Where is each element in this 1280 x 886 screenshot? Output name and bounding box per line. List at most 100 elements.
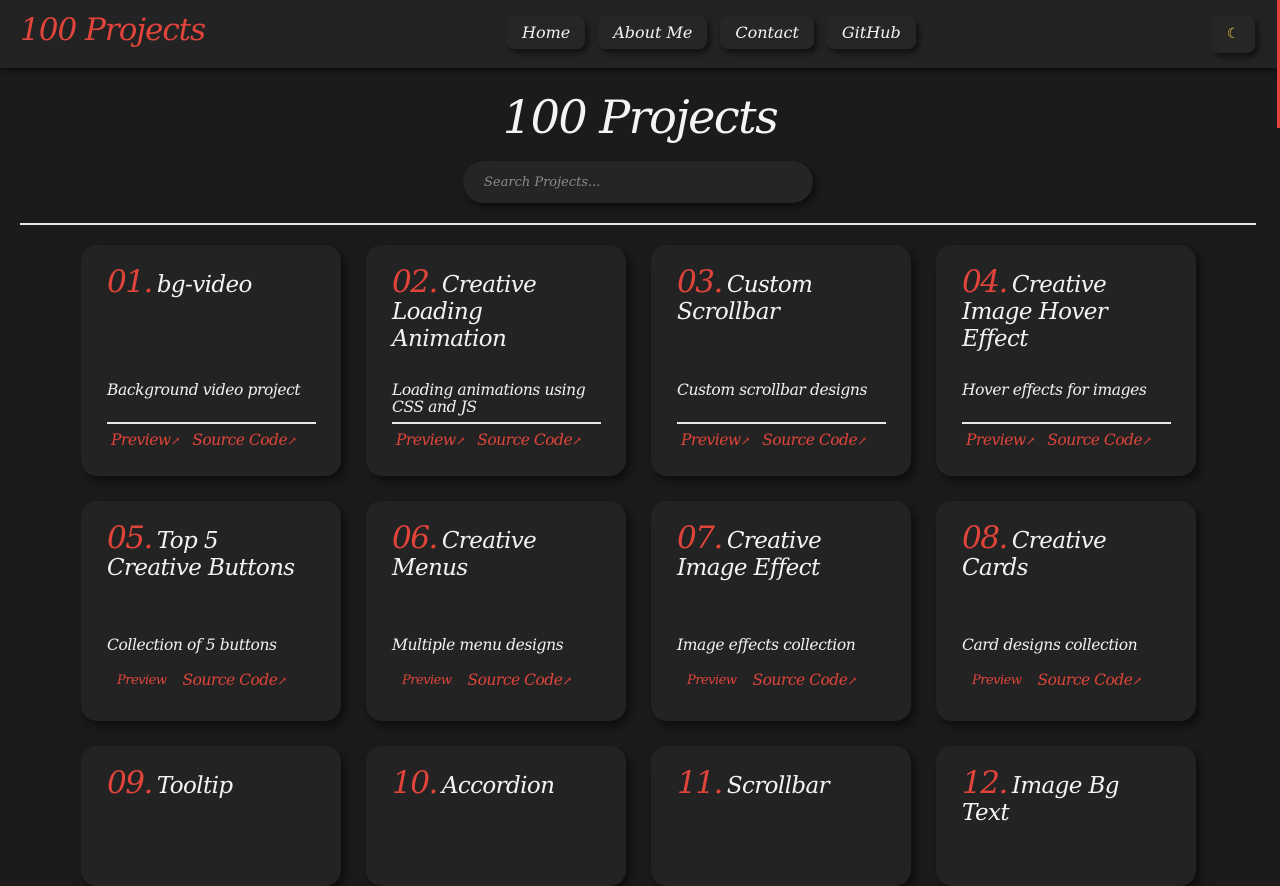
- project-name: bg-video: [156, 272, 253, 298]
- project-card: 01. bg-video Background video project Pre…: [81, 245, 341, 476]
- project-links: Preview Source Code↗: [972, 671, 1142, 689]
- project-description: Card designs collection: [962, 636, 1138, 654]
- card-divider: [677, 422, 886, 424]
- navbar: 100 Projects Home About Me Contact GitHu…: [0, 0, 1280, 68]
- preview-link[interactable]: Preview: [117, 671, 167, 689]
- external-link-icon: ↗: [572, 434, 582, 448]
- project-card: 04. Creative Image Hover Effect Hover eff…: [936, 245, 1196, 476]
- card-divider: [107, 422, 316, 424]
- source-code-link[interactable]: Source Code↗: [1047, 431, 1152, 449]
- project-card: 05. Top 5 Creative Buttons Collection of …: [81, 501, 341, 721]
- project-title: 08. Creative Cards: [962, 523, 1171, 625]
- project-number: 09.: [107, 765, 153, 801]
- project-description: Hover effects for images: [962, 381, 1147, 399]
- project-number: 04.: [962, 264, 1008, 300]
- project-title: 02. Creative Loading Animation: [392, 267, 601, 369]
- page-title: 100 Projects: [502, 90, 779, 144]
- project-number: 05.: [107, 520, 153, 556]
- source-code-link[interactable]: Source Code↗: [192, 431, 297, 449]
- project-card: 03. Custom Scrollbar Custom scrollbar des…: [651, 245, 911, 476]
- theme-toggle-button[interactable]: ☾: [1211, 15, 1255, 53]
- preview-link[interactable]: Preview↗: [681, 431, 751, 449]
- project-title: 01. bg-video: [107, 267, 316, 369]
- project-card: 10. Accordion: [366, 746, 626, 886]
- card-divider: [392, 422, 601, 424]
- external-link-icon: ↗: [740, 434, 751, 448]
- source-code-link[interactable]: Source Code↗: [182, 671, 287, 689]
- project-card: 09. Tooltip: [81, 746, 341, 886]
- project-number: 08.: [962, 520, 1008, 556]
- external-link-icon: ↗: [170, 434, 181, 448]
- project-title: 11. Scrollbar: [677, 768, 886, 870]
- project-card: 02. Creative Loading Animation Loading an…: [366, 245, 626, 476]
- project-number: 11.: [677, 765, 723, 801]
- project-links: Preview Source Code↗: [402, 671, 572, 689]
- project-number: 01.: [107, 264, 153, 300]
- preview-link[interactable]: Preview: [687, 671, 737, 689]
- project-number: 03.: [677, 264, 723, 300]
- source-code-link[interactable]: Source Code↗: [467, 671, 572, 689]
- source-code-link[interactable]: Source Code↗: [752, 671, 857, 689]
- preview-link[interactable]: Preview↗: [396, 431, 466, 449]
- project-card: 12. Image Bg Text: [936, 746, 1196, 886]
- source-code-link[interactable]: Source Code↗: [1037, 671, 1142, 689]
- project-description: Loading animations using CSS and JS: [392, 381, 586, 416]
- preview-link[interactable]: Preview: [972, 671, 1022, 689]
- external-link-icon: ↗: [287, 434, 297, 448]
- nav-contact[interactable]: Contact: [720, 16, 814, 49]
- project-title: 03. Custom Scrollbar: [677, 267, 886, 369]
- project-description: Custom scrollbar designs: [677, 381, 868, 399]
- project-number: 10.: [392, 765, 438, 801]
- preview-link[interactable]: Preview↗: [966, 431, 1036, 449]
- external-link-icon: ↗: [857, 434, 867, 448]
- project-links: Preview Source Code↗: [117, 671, 287, 689]
- source-code-link[interactable]: Source Code↗: [762, 431, 867, 449]
- nav-about-me[interactable]: About Me: [598, 16, 708, 49]
- project-links: Preview↗ Source Code↗: [396, 431, 582, 449]
- project-links: Preview↗ Source Code↗: [111, 431, 297, 449]
- external-link-icon: ↗: [277, 674, 287, 688]
- project-description: Collection of 5 buttons: [107, 636, 277, 654]
- project-title: 09. Tooltip: [107, 768, 316, 870]
- project-title: 06. Creative Menus: [392, 523, 601, 625]
- project-title: 05. Top 5 Creative Buttons: [107, 523, 316, 625]
- project-name: Accordion: [441, 773, 555, 799]
- project-name: Scrollbar: [726, 773, 830, 799]
- external-link-icon: ↗: [1132, 674, 1142, 688]
- external-link-icon: ↗: [847, 674, 857, 688]
- external-link-icon: ↗: [562, 674, 572, 688]
- project-description: Background video project: [107, 381, 301, 399]
- project-title: 07. Creative Image Effect: [677, 523, 886, 625]
- project-number: 02.: [392, 264, 438, 300]
- search-input[interactable]: [463, 161, 813, 203]
- project-description: Image effects collection: [677, 636, 856, 654]
- project-number: 07.: [677, 520, 723, 556]
- project-links: Preview Source Code↗: [687, 671, 857, 689]
- preview-link[interactable]: Preview: [402, 671, 452, 689]
- nav-home[interactable]: Home: [507, 16, 586, 49]
- divider: [20, 223, 1256, 225]
- project-title: 12. Image Bg Text: [962, 768, 1171, 870]
- project-card: 07. Creative Image Effect Image effects c…: [651, 501, 911, 721]
- external-link-icon: ↗: [1025, 434, 1036, 448]
- project-links: Preview↗ Source Code↗: [966, 431, 1152, 449]
- project-number: 12.: [962, 765, 1008, 801]
- project-card: 06. Creative Menus Multiple menu designs …: [366, 501, 626, 721]
- project-title: 04. Creative Image Hover Effect: [962, 267, 1171, 369]
- card-divider: [962, 422, 1171, 424]
- external-link-icon: ↗: [1142, 434, 1152, 448]
- preview-link[interactable]: Preview↗: [111, 431, 181, 449]
- brand-logo[interactable]: 100 Projects: [20, 12, 206, 48]
- moon-icon: ☾: [1226, 26, 1240, 42]
- external-link-icon: ↗: [455, 434, 466, 448]
- source-code-link[interactable]: Source Code↗: [477, 431, 582, 449]
- project-grid: 01. bg-video Background video project Pre…: [81, 245, 1196, 886]
- project-links: Preview↗ Source Code↗: [681, 431, 867, 449]
- project-number: 06.: [392, 520, 438, 556]
- nav-links: Home About Me Contact GitHub: [507, 16, 916, 49]
- project-description: Multiple menu designs: [392, 636, 564, 654]
- nav-github[interactable]: GitHub: [826, 16, 916, 49]
- project-card: 11. Scrollbar: [651, 746, 911, 886]
- project-card: 08. Creative Cards Card designs collectio…: [936, 501, 1196, 721]
- project-title: 10. Accordion: [392, 768, 601, 870]
